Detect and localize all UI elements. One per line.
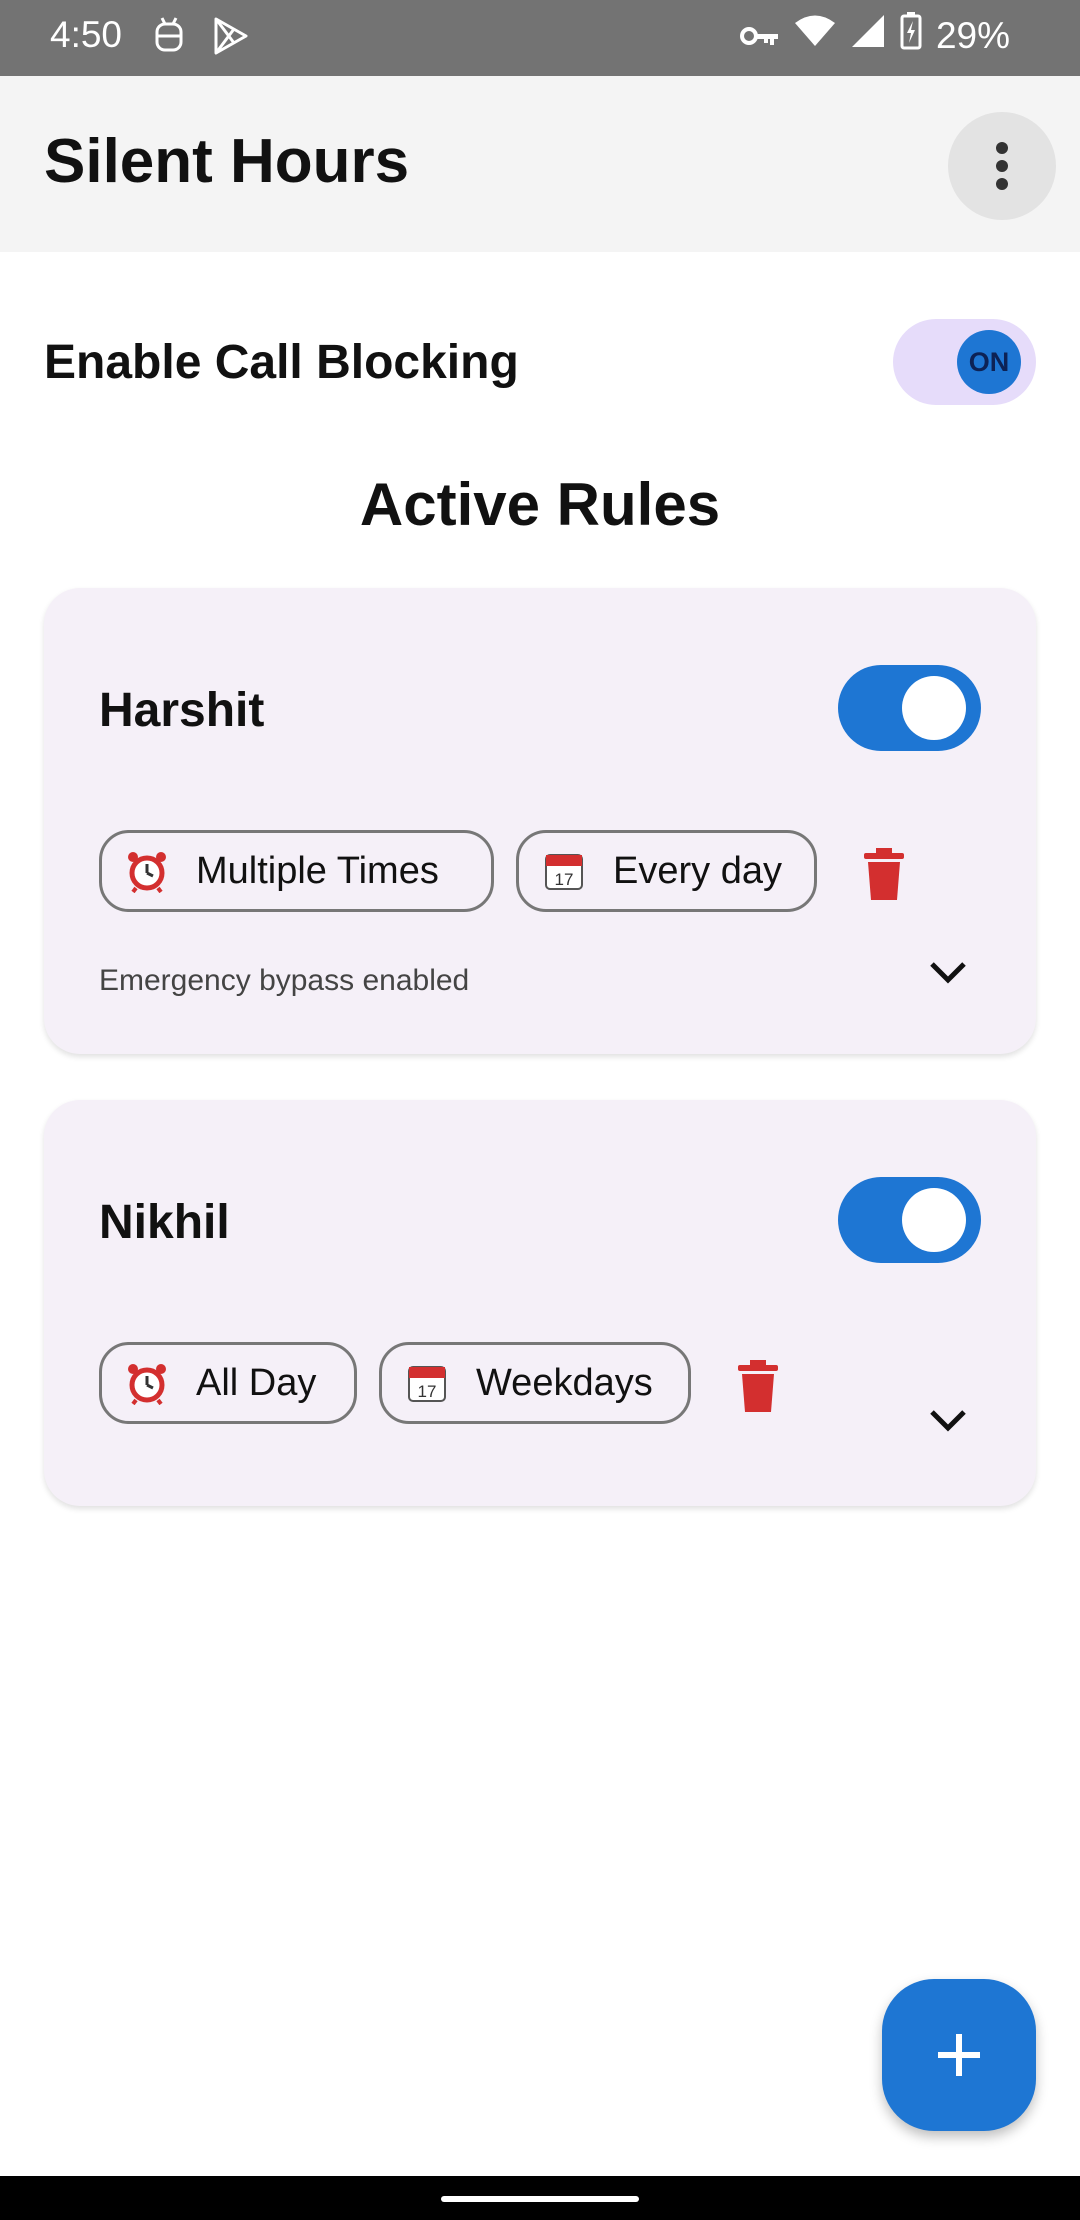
days-chip[interactable]: 17 Weekdays	[379, 1342, 691, 1424]
chevron-down-icon[interactable]	[928, 958, 968, 986]
page-title: Silent Hours	[44, 127, 410, 196]
rule-toggle-switch[interactable]	[838, 665, 981, 751]
delete-trash-icon[interactable]	[862, 848, 906, 900]
chevron-down-icon[interactable]	[928, 1406, 968, 1434]
alarm-clock-icon	[124, 1360, 170, 1406]
overflow-menu-button[interactable]	[948, 112, 1056, 220]
signal-icon	[850, 13, 886, 58]
emergency-bypass-note: Emergency bypass enabled	[99, 964, 470, 997]
app-bar: Silent Hours	[0, 76, 1080, 252]
rule-card: Harshit Multiple Times 17 Every day Emer…	[44, 588, 1036, 1054]
add-icon	[938, 2034, 980, 2076]
play-store-icon	[212, 16, 250, 65]
status-time: 4:50	[50, 14, 123, 55]
battery-charging-icon	[900, 12, 922, 59]
switch-knob	[902, 1188, 966, 1252]
rule-name: Harshit	[99, 684, 265, 737]
delete-trash-icon[interactable]	[736, 1360, 780, 1412]
section-title: Active Rules	[359, 471, 721, 538]
time-chip-label: Multiple Times	[196, 849, 439, 892]
days-chip[interactable]: 17 Every day	[516, 830, 817, 912]
rule-card: Nikhil All Day 17 Weekdays	[44, 1100, 1036, 1506]
switch-state-text: ON	[968, 346, 1010, 377]
time-chip[interactable]: All Day	[99, 1342, 357, 1424]
add-rule-button[interactable]	[882, 1979, 1036, 2131]
home-gesture-handle[interactable]	[441, 2196, 639, 2202]
wifi-icon	[794, 14, 836, 57]
switch-knob	[902, 676, 966, 740]
calendar-icon: 17	[404, 1360, 450, 1406]
call-blocking-switch[interactable]: ON	[893, 319, 1036, 405]
switch-knob: ON	[957, 330, 1021, 394]
days-chip-label: Weekdays	[476, 1361, 653, 1404]
svg-text:17: 17	[418, 1382, 437, 1401]
status-bar: 4:50 29%	[0, 0, 1080, 76]
vpn-key-icon	[739, 15, 780, 57]
more-vertical-icon	[996, 142, 1008, 190]
svg-text:17: 17	[555, 870, 574, 889]
battery-percent: 29%	[935, 14, 1010, 56]
alarm-clock-icon	[124, 848, 170, 894]
system-nav-bar	[0, 2176, 1080, 2220]
rule-name: Nikhil	[99, 1196, 230, 1249]
calendar-icon: 17	[541, 848, 587, 894]
android-icon	[152, 16, 186, 65]
enable-call-blocking-label: Enable Call Blocking	[44, 336, 519, 389]
time-chip[interactable]: Multiple Times	[99, 830, 494, 912]
days-chip-label: Every day	[613, 849, 782, 892]
status-right-group: 29%	[739, 12, 1010, 59]
rule-toggle-switch[interactable]	[838, 1177, 981, 1263]
time-chip-label: All Day	[196, 1361, 317, 1404]
